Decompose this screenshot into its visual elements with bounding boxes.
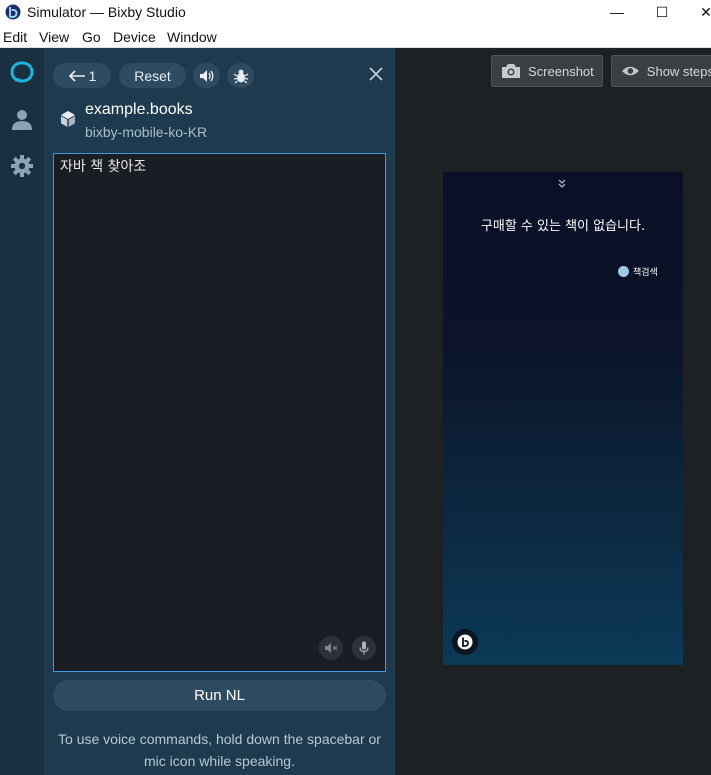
menu-view[interactable]: View <box>39 29 69 45</box>
menu-device[interactable]: Device <box>113 29 156 45</box>
nl-utterance-text: 자바 책 찾아조 <box>60 159 147 175</box>
menu-bar: Edit View Go Device Window <box>0 26 711 48</box>
camera-icon <box>502 64 520 78</box>
capsule-chip-icon <box>618 266 629 277</box>
show-steps-label: Show steps <box>646 63 711 79</box>
maximize-button[interactable]: ☐ <box>640 0 684 26</box>
bixby-b-icon <box>457 634 473 650</box>
debug-button[interactable] <box>227 63 254 88</box>
bixby-logo-icon <box>10 61 34 83</box>
run-nl-button[interactable]: Run NL <box>53 680 386 711</box>
title-bar: Simulator — Bixby Studio — ☐ ✕ <box>0 0 711 26</box>
capsule-target: bixby-mobile-ko-KR <box>85 124 208 140</box>
chevron-down-icon[interactable] <box>555 178 569 190</box>
show-steps-button[interactable]: Show steps <box>611 55 711 87</box>
simulator-panel: 1 Reset example.books bixby-mobile-ko-KR… <box>44 48 395 775</box>
screenshot-label: Screenshot <box>528 63 594 79</box>
reset-button[interactable]: Reset <box>119 63 186 88</box>
user-icon <box>12 110 32 130</box>
speaker-muted-icon <box>325 643 338 653</box>
activity-rail <box>0 48 44 775</box>
screenshot-button[interactable]: Screenshot <box>491 55 603 87</box>
capsule-chip[interactable]: 책검색 <box>618 265 658 278</box>
bixby-voice-button[interactable] <box>452 629 478 655</box>
device-preview-area: Screenshot Show steps 구매할 수 있는 책이 없습니다. … <box>395 48 711 775</box>
device-response-message: 구매할 수 있는 책이 없습니다. <box>480 219 646 234</box>
back-arrow-icon <box>68 69 85 82</box>
window-title: Simulator — Bixby Studio <box>27 4 186 20</box>
rail-simulator-button[interactable] <box>8 58 36 86</box>
close-window-button[interactable]: ✕ <box>684 0 711 26</box>
microphone-icon <box>359 641 369 655</box>
mic-button[interactable] <box>352 636 376 660</box>
rail-account-button[interactable] <box>8 105 36 133</box>
device-screen: 구매할 수 있는 책이 없습니다. 책검색 <box>443 172 683 665</box>
voice-hint-line-1: To use voice commands, hold down the spa… <box>58 731 381 747</box>
minimize-button[interactable]: — <box>595 0 639 26</box>
bixby-app-icon <box>5 4 21 20</box>
eye-icon <box>621 66 639 76</box>
capsule-chip-label: 책검색 <box>633 268 658 278</box>
rail-settings-button[interactable] <box>8 152 36 180</box>
voice-hint: To use voice commands, hold down the spa… <box>53 728 386 772</box>
menu-go[interactable]: Go <box>82 29 101 45</box>
speaker-icon <box>199 69 213 82</box>
capsule-name: example.books <box>85 101 193 118</box>
settings-gear-icon <box>11 155 33 177</box>
tts-toggle-button[interactable] <box>193 63 220 88</box>
capsule-cube-icon <box>61 111 75 127</box>
close-panel-icon[interactable] <box>366 64 386 84</box>
back-step-button[interactable]: 1 <box>53 63 111 88</box>
back-step-count: 1 <box>88 67 97 84</box>
menu-edit[interactable]: Edit <box>3 29 27 45</box>
mute-button[interactable] <box>319 636 343 660</box>
nl-utterance-input[interactable]: 자바 책 찾아조 <box>53 153 386 672</box>
voice-hint-line-2: mic icon while speaking. <box>144 753 295 769</box>
bug-icon <box>233 69 248 83</box>
menu-window[interactable]: Window <box>167 29 217 45</box>
